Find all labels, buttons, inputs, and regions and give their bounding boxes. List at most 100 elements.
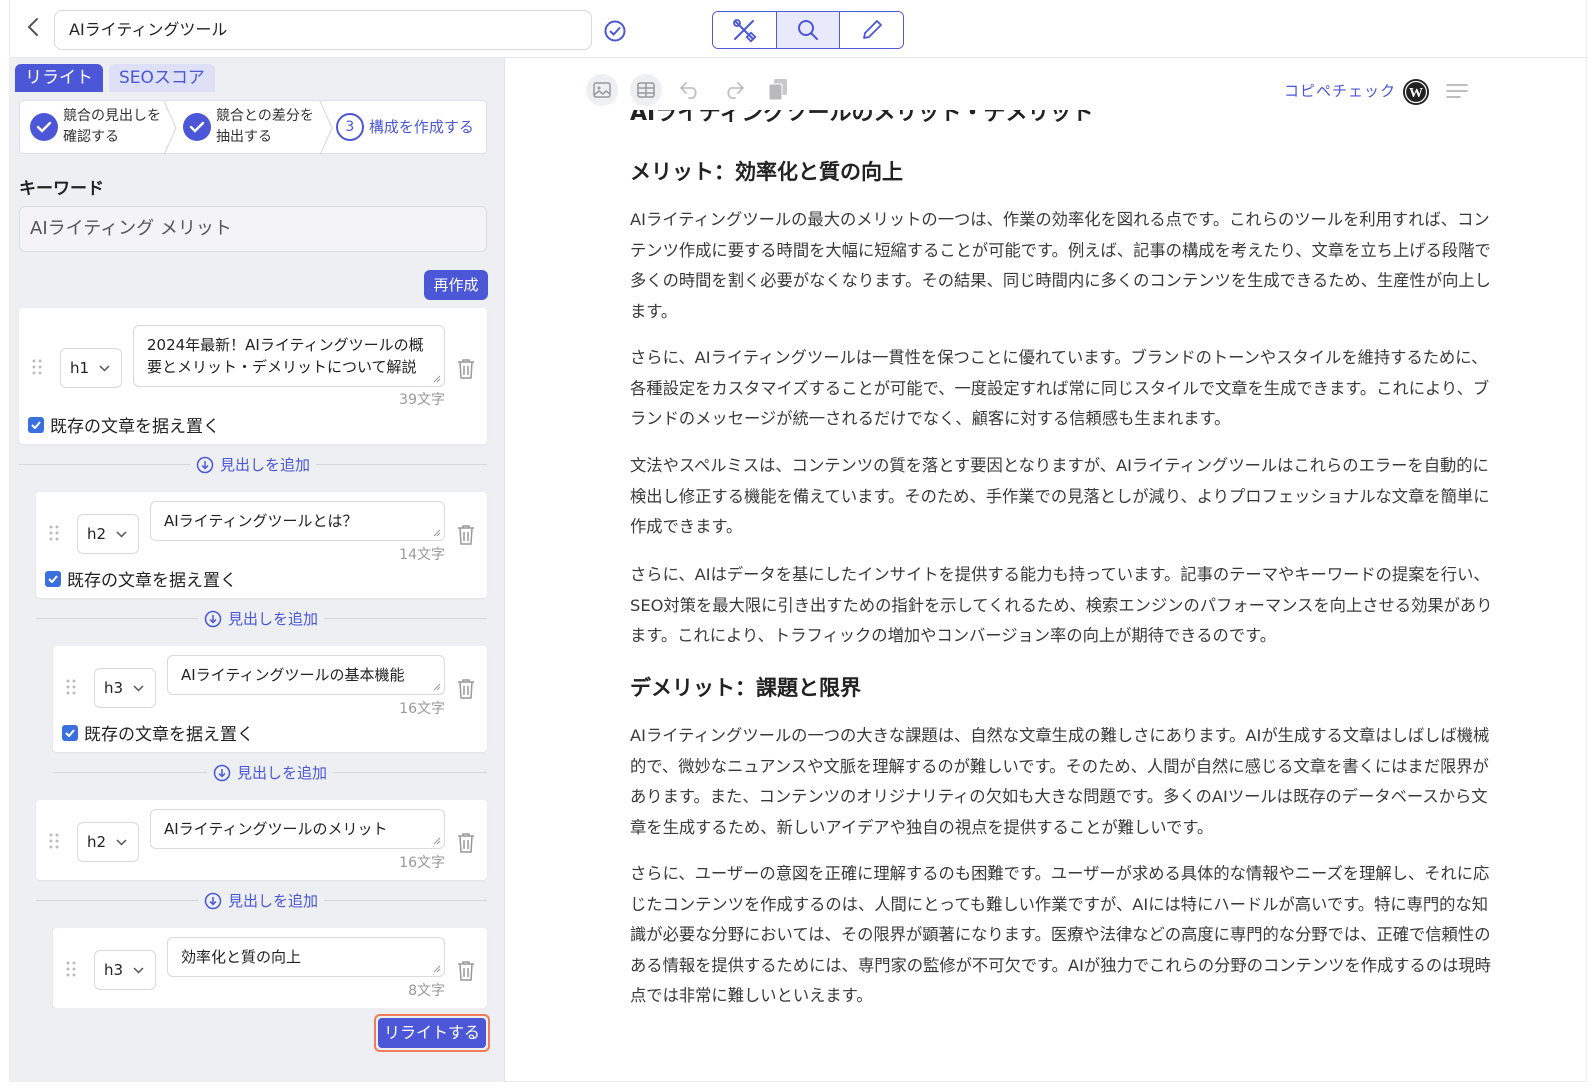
paragraph: さらに、ユーザーの意図を正確に理解するのも困難です。ユーザーが求める具体的な情報…	[630, 864, 1491, 1005]
step-1: 競合の見出しを 確認する	[30, 101, 161, 153]
paragraph: AIライティングツールの最大のメリットの一つは、作業の効率化を図れる点です。これ…	[630, 210, 1491, 321]
checkbox-checked-icon[interactable]	[45, 570, 61, 587]
keep-existing-checkbox[interactable]: 既存の文章を据え置く	[62, 720, 254, 745]
heading-text-input[interactable]: 効率化と質の向上	[167, 937, 445, 977]
heading-level-select[interactable]: h3	[94, 950, 156, 990]
step-2-label: 競合との差分を 抽出する	[216, 108, 314, 145]
left-panel: リライト SEOスコア 競合の見出しを 確認する 競合との差分を 抽出する 3 …	[10, 58, 505, 1082]
paragraph: AIライティングツールの一つの大きな課題は、自然な文章生成の難しさにあります。A…	[630, 726, 1490, 837]
tools-mode-button[interactable]	[713, 12, 777, 48]
heading-level-select[interactable]: h1	[60, 348, 122, 388]
heading-level-select[interactable]: h3	[94, 668, 156, 708]
section-heading-merit: メリット：効率化と質の向上	[630, 160, 903, 184]
pencil-icon	[862, 20, 882, 39]
keep-existing-checkbox[interactable]: 既存の文章を据え置く	[45, 566, 237, 591]
char-count: 39文字	[399, 392, 445, 408]
add-heading-row: 見出しを追加	[36, 608, 487, 629]
resize-handle-icon[interactable]	[433, 837, 441, 845]
copy-check-link[interactable]: コピペチェック	[1284, 80, 1396, 101]
heading-level-select[interactable]: h2	[77, 822, 139, 862]
table-icon[interactable]	[630, 74, 662, 106]
rewrite-button-highlight: リライトする	[374, 1014, 490, 1052]
arrow-down-circle-icon	[204, 892, 222, 909]
add-heading-button[interactable]: 見出しを追加	[190, 454, 317, 475]
arrow-down-circle-icon	[213, 764, 231, 781]
search-mode-button[interactable]	[776, 12, 841, 48]
resize-handle-icon[interactable]	[433, 529, 441, 537]
top-bar: AIライティングツール	[10, 0, 1588, 58]
trash-icon[interactable]	[457, 358, 475, 380]
resize-handle-icon[interactable]	[433, 683, 441, 691]
chevron-down-icon	[99, 365, 110, 372]
chevron-down-icon	[133, 967, 144, 974]
tab-seo-score[interactable]: SEOスコア	[109, 64, 215, 92]
section-heading-demerit: デメリット：課題と限界	[630, 676, 861, 700]
redo-icon[interactable]	[718, 74, 750, 106]
chevron-down-icon	[116, 531, 127, 538]
edit-mode-button[interactable]	[840, 12, 903, 48]
heading-text-input[interactable]: AIライティングツールとは？	[150, 501, 445, 541]
heading-text-input[interactable]: AIライティングツールのメリット	[150, 809, 445, 849]
step-1-label: 競合の見出しを 確認する	[63, 108, 161, 145]
drag-handle-icon[interactable]	[65, 678, 77, 696]
trash-icon[interactable]	[457, 960, 475, 982]
trash-icon[interactable]	[457, 524, 475, 546]
char-count: 8文字	[408, 983, 445, 999]
paragraph: 文法やスペルミスは、コンテンツの質を落とす要因となりますが、AIライティングツー…	[630, 456, 1490, 536]
rewrite-button[interactable]: リライトする	[378, 1018, 486, 1048]
title-input[interactable]: AIライティングツール	[54, 10, 592, 50]
drag-handle-icon[interactable]	[48, 524, 60, 542]
chevron-down-icon	[116, 839, 127, 846]
step-2: 競合との差分を 抽出する	[183, 101, 314, 153]
tools-icon	[733, 19, 757, 43]
step-done-icon	[30, 113, 58, 141]
keyword-label: キーワード	[19, 179, 104, 199]
trash-icon[interactable]	[457, 678, 475, 700]
resize-handle-icon[interactable]	[433, 965, 441, 973]
search-icon	[798, 20, 818, 40]
step-number: 3	[335, 113, 364, 141]
heading-card: h3 効率化と質の向上 8文字	[53, 928, 487, 1008]
heading-text-input[interactable]: 2024年最新！AIライティングツールの概要とメリット・デメリットについて解説	[133, 325, 445, 387]
step-done-icon	[183, 113, 211, 141]
arrow-down-circle-icon	[196, 456, 214, 473]
heading-level-select[interactable]: h2	[77, 514, 139, 554]
heading-card: h3 AIライティングツールの基本機能 16文字 既存の文章を据え置く	[53, 646, 487, 752]
add-heading-button[interactable]: 見出しを追加	[198, 890, 325, 911]
copy-icon[interactable]	[762, 74, 794, 106]
drag-handle-icon[interactable]	[31, 358, 43, 376]
trash-icon[interactable]	[457, 832, 475, 854]
add-heading-button[interactable]: 見出しを追加	[207, 762, 334, 783]
tab-rewrite[interactable]: リライト	[15, 64, 103, 92]
add-heading-row: 見出しを追加	[19, 454, 487, 475]
heading-text-input[interactable]: AIライティングツールの基本機能	[167, 655, 445, 695]
undo-icon[interactable]	[674, 74, 706, 106]
image-icon[interactable]	[586, 74, 618, 106]
char-count: 16文字	[399, 855, 445, 871]
regenerate-button[interactable]: 再作成	[424, 270, 488, 300]
keyword-input[interactable]: AIライティング メリット	[19, 206, 487, 252]
add-heading-button[interactable]: 見出しを追加	[198, 608, 325, 629]
heading-card: h1 2024年最新！AIライティングツールの概要とメリット・デメリットについて…	[19, 308, 487, 444]
keep-existing-checkbox[interactable]: 既存の文章を据え置く	[28, 412, 220, 437]
mode-switcher	[712, 11, 904, 49]
resize-handle-icon[interactable]	[433, 375, 441, 383]
heading-outline: h1 2024年最新！AIライティングツールの概要とメリット・デメリットについて…	[10, 308, 505, 1008]
app-window: AIライティングツール リライト SEOスコア 競合の見出しを 確認する 競合と…	[9, 0, 1588, 1082]
checkbox-checked-icon[interactable]	[28, 416, 44, 433]
chevron-down-icon	[133, 685, 144, 692]
menu-lines-icon[interactable]	[1446, 82, 1468, 100]
svg-text:W: W	[1409, 86, 1423, 101]
drag-handle-icon[interactable]	[48, 832, 60, 850]
step-3: 3 構成を作成する	[335, 101, 474, 153]
char-count: 16文字	[399, 701, 445, 717]
step-separator	[319, 101, 333, 155]
step-separator	[163, 101, 177, 155]
arrow-down-circle-icon	[204, 610, 222, 627]
checkbox-checked-icon[interactable]	[62, 724, 78, 741]
article-preview: AIライティングツールのメリット・デメリット メリット：効率化と質の向上 AIラ…	[630, 108, 1504, 1068]
wordpress-icon[interactable]: W	[1402, 78, 1430, 106]
drag-handle-icon[interactable]	[65, 960, 77, 978]
back-arrow-icon[interactable]	[20, 14, 46, 40]
check-circle-icon[interactable]	[604, 20, 626, 42]
